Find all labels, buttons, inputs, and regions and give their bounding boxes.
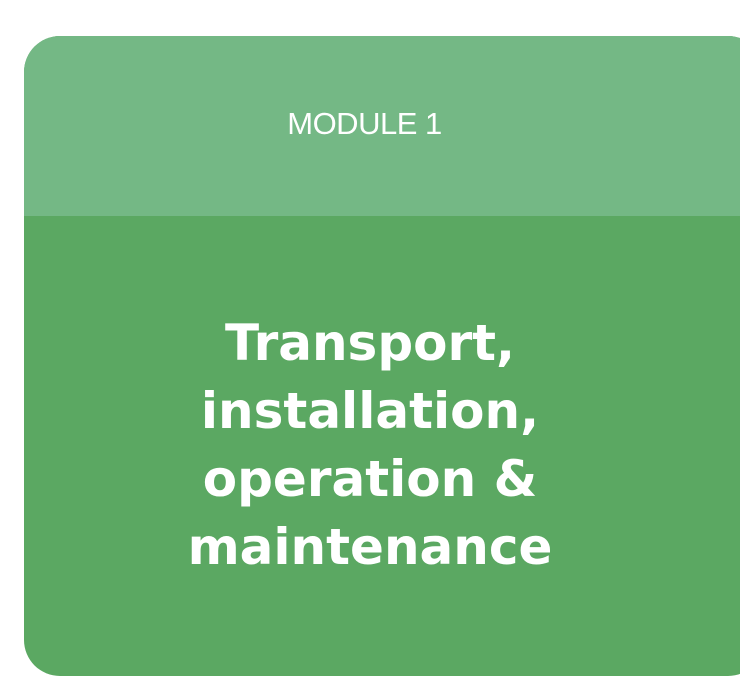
- module-card[interactable]: MODULE 1 Transport, installation, operat…: [24, 36, 740, 676]
- module-card-header: MODULE 1: [24, 36, 740, 216]
- module-title-line-4: maintenance: [187, 518, 553, 576]
- module-title-line-1: Transport,: [224, 314, 516, 372]
- module-title-line-3: operation &: [202, 450, 538, 508]
- module-card-body: Transport, installation, operation & mai…: [24, 216, 716, 581]
- module-label: MODULE 1: [287, 106, 442, 141]
- module-title-line-2: installation,: [200, 382, 540, 440]
